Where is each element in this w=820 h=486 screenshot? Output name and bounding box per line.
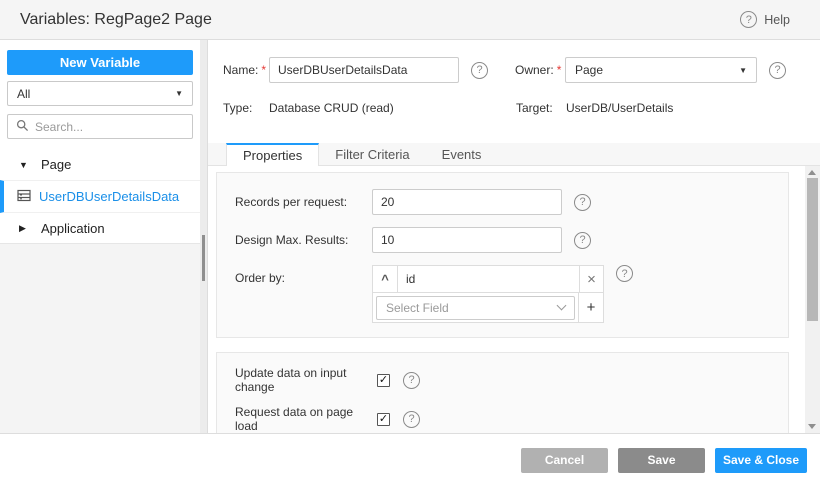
tree-item-label: UserDBUserDetailsData	[39, 189, 179, 204]
caret-down-icon[interactable]: ▼	[19, 160, 29, 170]
order-by-label: Order by:	[235, 265, 372, 285]
tab-events[interactable]: Events	[426, 143, 498, 165]
search-box[interactable]	[7, 114, 193, 139]
search-icon	[16, 119, 29, 135]
request-on-page-load-help-icon[interactable]: ?	[403, 411, 420, 428]
tree-group-label: Page	[41, 157, 71, 172]
detail-tabs: Properties Filter Criteria Events	[208, 143, 820, 166]
type-label: Type:	[223, 101, 269, 115]
sidebar-scrollbar-thumb[interactable]	[202, 235, 205, 281]
records-per-request-input[interactable]	[372, 189, 562, 215]
update-on-input-change-help-icon[interactable]: ?	[403, 372, 420, 389]
add-field-button[interactable]: +	[579, 293, 604, 323]
save-button[interactable]: Save	[618, 448, 705, 473]
dialog-footer: Cancel Save Save & Close	[0, 433, 820, 486]
tab-filter-criteria[interactable]: Filter Criteria	[319, 143, 425, 165]
target-label: Target:	[516, 101, 566, 115]
variables-tree: ▼ Page UserDBUserDetailsData ▶ Applicati…	[0, 149, 207, 244]
update-on-input-change-checkbox[interactable]: ✓	[377, 374, 390, 387]
name-help-icon[interactable]: ?	[471, 62, 488, 79]
new-variable-button[interactable]: New Variable	[7, 50, 193, 75]
properties-tab-content: Records per request: ? Design Max. Resul…	[208, 166, 820, 433]
caret-right-icon[interactable]: ▶	[19, 223, 29, 234]
select-field-dropdown[interactable]: Select Field	[376, 296, 575, 320]
required-asterisk: *	[261, 63, 266, 77]
request-on-page-load-label: Request data on page load	[235, 405, 377, 433]
tab-properties[interactable]: Properties	[226, 143, 319, 166]
help-icon[interactable]: ?	[740, 11, 757, 28]
sort-direction-button[interactable]: ^	[372, 265, 398, 293]
chevron-down-icon: ▼	[175, 89, 183, 98]
update-on-input-change-label: Update data on input change	[235, 366, 377, 394]
order-by-widget: ^ id × Select Field	[372, 265, 604, 323]
dialog-header: Variables: RegPage2 Page ? Help	[0, 0, 820, 40]
tree-group-application[interactable]: ▶ Application	[0, 213, 207, 244]
tree-group-page[interactable]: ▼ Page	[0, 149, 207, 180]
required-asterisk: *	[557, 63, 562, 77]
chevron-down-icon	[557, 301, 567, 311]
sidebar-scrollbar[interactable]	[200, 40, 207, 433]
save-and-close-button[interactable]: Save & Close	[715, 448, 807, 473]
variables-dialog: Variables: RegPage2 Page ? Help New Vari…	[0, 0, 820, 486]
remove-field-icon[interactable]: ×	[579, 265, 604, 293]
select-field-cell: Select Field	[372, 293, 579, 323]
filter-selected-value: All	[17, 87, 30, 101]
variables-sidebar: New Variable All ▼ ▼ Page	[0, 40, 207, 433]
tree-item-userdbuserdetailsdata[interactable]: UserDBUserDetailsData	[0, 180, 207, 213]
scroll-down-arrow-icon[interactable]	[808, 424, 816, 429]
variable-name-input[interactable]	[269, 57, 459, 83]
content-scrollbar-thumb[interactable]	[807, 178, 818, 321]
help-link[interactable]: ? Help	[740, 11, 790, 28]
owner-label: Owner: *	[515, 63, 565, 77]
database-variable-icon	[17, 189, 31, 205]
scroll-up-arrow-icon[interactable]	[808, 170, 816, 175]
chevron-down-icon: ▼	[739, 66, 747, 75]
behavior-panel: Update data on input change ✓ ? Request …	[216, 352, 789, 433]
content-scrollbar[interactable]	[805, 166, 820, 433]
data-settings-panel: Records per request: ? Design Max. Resul…	[216, 172, 789, 338]
search-input[interactable]	[35, 120, 184, 134]
request-on-page-load-checkbox[interactable]: ✓	[377, 413, 390, 426]
cancel-button[interactable]: Cancel	[521, 448, 608, 473]
owner-select[interactable]: Page ▼	[565, 57, 757, 83]
sidebar-empty-area	[0, 244, 207, 433]
variable-summary: Name: * ? Owner: * Page ▼ ?	[208, 40, 820, 143]
select-field-placeholder: Select Field	[386, 301, 449, 315]
variable-filter-select[interactable]: All ▼	[7, 81, 193, 106]
owner-selected-value: Page	[575, 63, 603, 77]
order-by-field-value[interactable]: id	[398, 265, 579, 293]
name-label: Name: *	[223, 63, 269, 77]
records-per-request-label: Records per request:	[235, 195, 372, 209]
records-per-request-help-icon[interactable]: ?	[574, 194, 591, 211]
owner-help-icon[interactable]: ?	[769, 62, 786, 79]
design-max-results-help-icon[interactable]: ?	[574, 232, 591, 249]
design-max-results-input[interactable]	[372, 227, 562, 253]
page-title: Variables: RegPage2 Page	[20, 11, 212, 29]
help-label: Help	[764, 13, 790, 27]
design-max-results-label: Design Max. Results:	[235, 233, 372, 247]
type-value: Database CRUD (read)	[269, 101, 516, 115]
tree-group-label: Application	[41, 221, 105, 236]
variable-detail-panel: Name: * ? Owner: * Page ▼ ?	[207, 40, 820, 433]
target-value: UserDB/UserDetails	[566, 101, 673, 115]
order-by-help-icon[interactable]: ?	[616, 265, 633, 282]
